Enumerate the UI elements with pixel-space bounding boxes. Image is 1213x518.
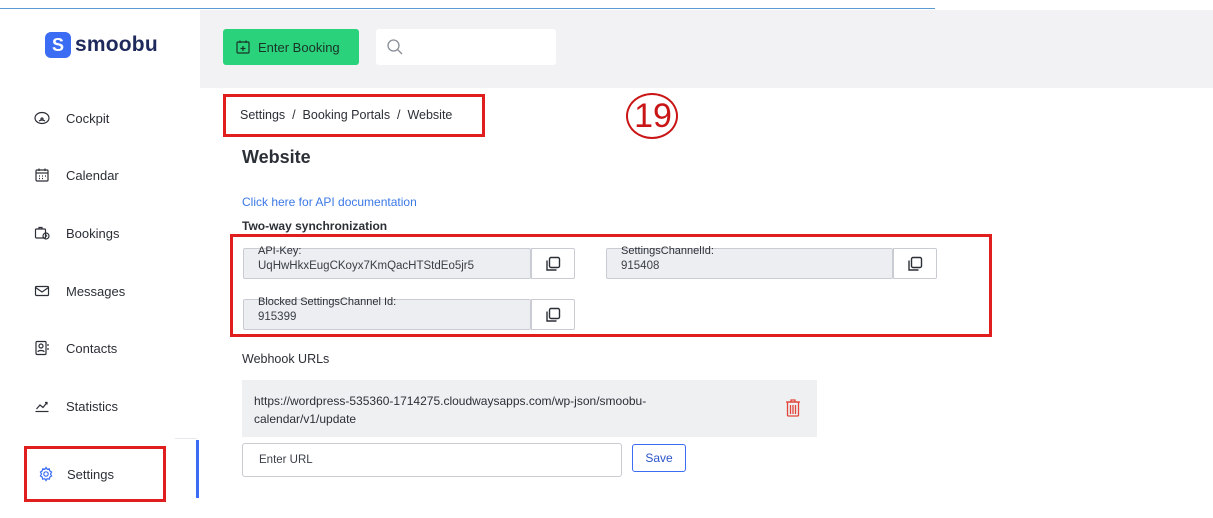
envelope-icon <box>33 282 51 300</box>
sidebar-item-label: Calendar <box>66 167 119 183</box>
sidebar-item-label: Cockpit <box>66 110 110 126</box>
sidebar: S smoobu <box>0 10 200 518</box>
trash-icon[interactable] <box>785 398 801 418</box>
sidebar-divider <box>175 438 197 439</box>
sidebar-item-cockpit[interactable]: Cockpit <box>33 106 109 130</box>
highlight-box-sync-fields <box>230 234 992 337</box>
sidebar-item-label: Messages <box>66 283 126 299</box>
top-header: Enter Booking <box>200 10 1213 88</box>
step-annotation-number: 19 <box>634 96 672 135</box>
sidebar-item-settings[interactable]: Settings <box>37 462 114 486</box>
search-input[interactable] <box>376 29 556 65</box>
active-indicator <box>196 440 199 498</box>
highlight-box-breadcrumb <box>223 94 485 137</box>
sidebar-item-calendar[interactable]: Calendar <box>33 163 119 187</box>
sidebar-item-messages[interactable]: Messages <box>33 279 125 303</box>
top-border-line <box>0 8 935 9</box>
gear-icon <box>37 465 55 483</box>
api-documentation-link[interactable]: Click here for API documentation <box>242 195 417 209</box>
enter-booking-label: Enter Booking <box>258 39 340 55</box>
section-title-sync: Two-way synchronization <box>242 219 388 233</box>
contact-card-icon <box>33 339 51 357</box>
chart-icon <box>33 397 51 415</box>
sidebar-item-bookings[interactable]: Bookings <box>33 221 119 245</box>
app-logo[interactable]: S smoobu <box>45 32 158 58</box>
calendar-plus-icon <box>236 40 250 54</box>
sidebar-item-label: Statistics <box>66 398 119 414</box>
section-title-webhooks: Webhook URLs <box>242 352 330 366</box>
webhook-url-text: https://wordpress-535360-1714275.cloudwa… <box>254 394 647 426</box>
enter-booking-button[interactable]: Enter Booking <box>223 29 359 65</box>
webhook-url-input[interactable] <box>242 443 622 477</box>
sidebar-item-label: Settings <box>67 466 114 482</box>
sidebar-item-label: Contacts <box>66 340 118 356</box>
webhook-list-item: https://wordpress-535360-1714275.cloudwa… <box>242 380 817 437</box>
logo-text: smoobu <box>75 33 158 56</box>
calendar-icon <box>33 166 51 184</box>
page-title: Website <box>242 147 311 167</box>
save-button[interactable]: Save <box>632 444 686 472</box>
sidebar-item-contacts[interactable]: Contacts <box>33 336 117 360</box>
sidebar-item-statistics[interactable]: Statistics <box>33 394 118 418</box>
gauge-icon <box>33 109 51 127</box>
search-icon <box>387 39 403 55</box>
bookings-icon <box>33 224 51 242</box>
logo-mark-icon: S <box>45 32 71 58</box>
sidebar-item-label: Bookings <box>66 225 120 241</box>
